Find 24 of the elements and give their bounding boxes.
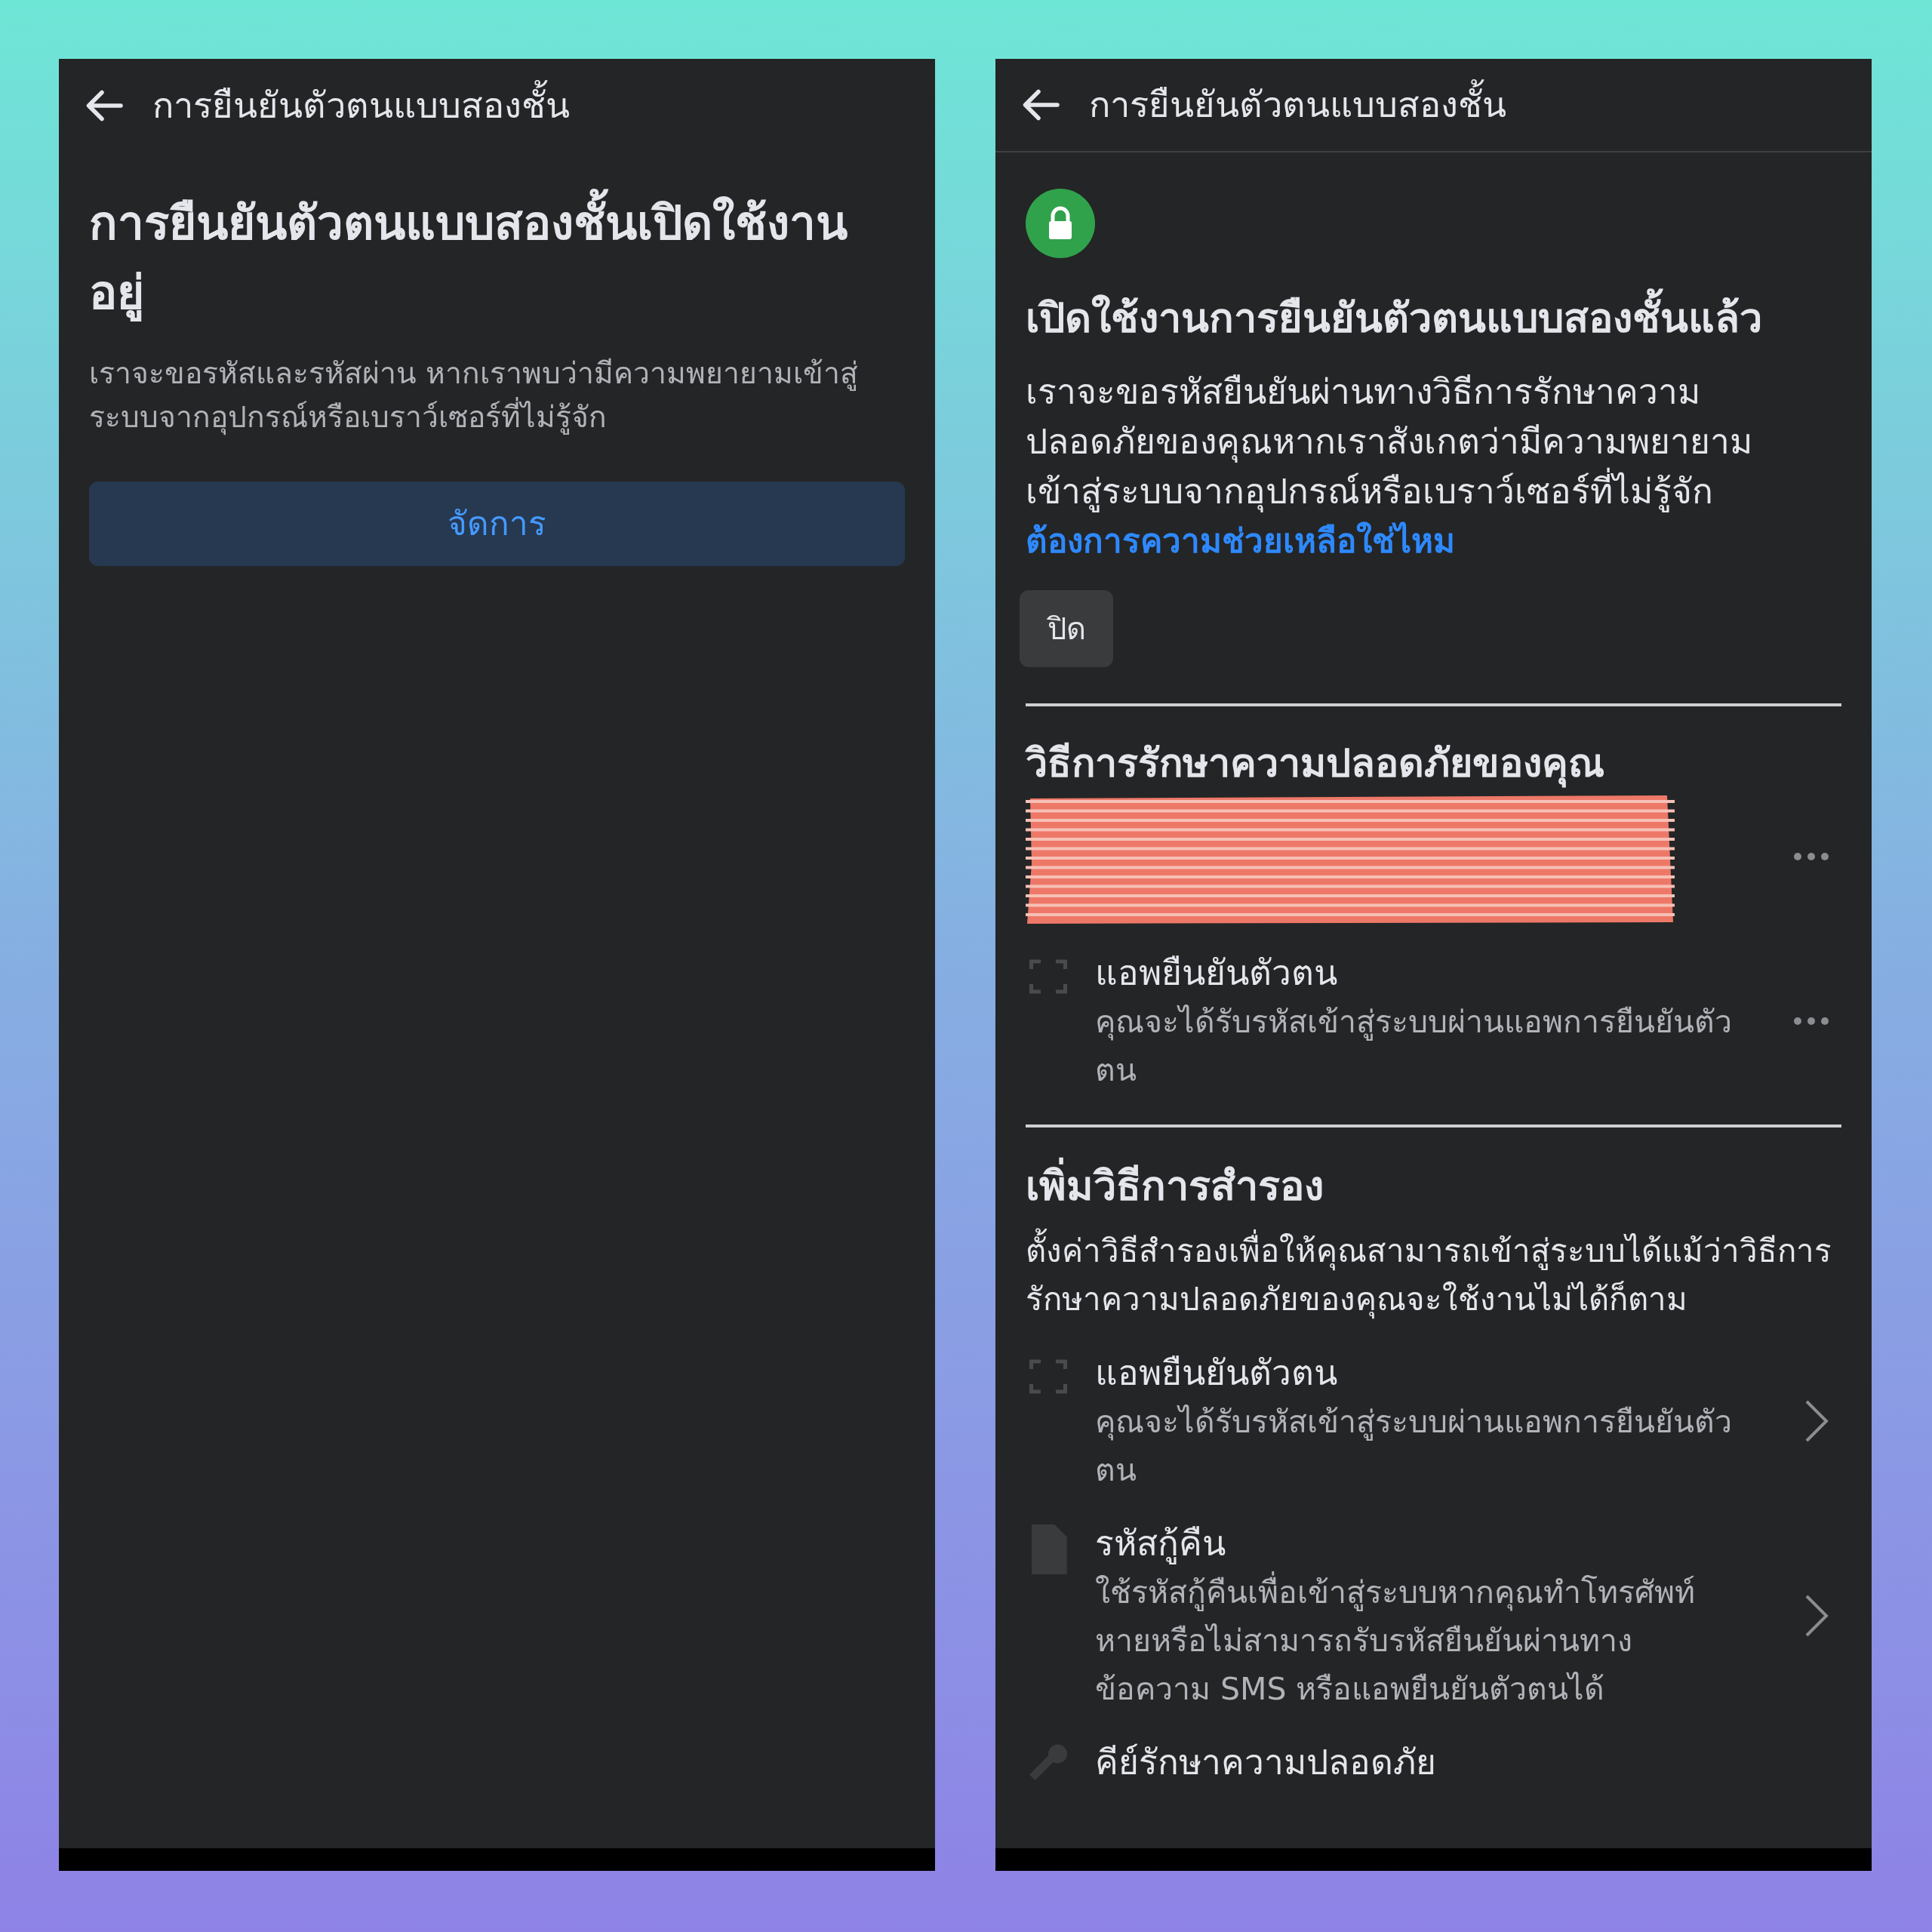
section-heading: เพิ่มวิธีการสำรอง — [1026, 1158, 1841, 1215]
option-title: รหัสกู้คืน — [1095, 1522, 1226, 1566]
status-heading: การยืนยันตัวตนแบบสองชั้นเปิดใช้งานอยู่ — [89, 189, 859, 328]
screen-title: การยืนยันตัวตนแบบสองชั้น — [1089, 78, 1506, 132]
option-description: คุณจะได้รับรหัสเข้าสู่ระบบผ่านแอพการยืนยันตัวตน — [1095, 1403, 1733, 1490]
help-link[interactable]: ต้องการความช่วยเหลือใช่ไหม — [1026, 516, 1841, 566]
section-heading: วิธีการรักษาความปลอดภัยของคุณ — [1026, 737, 1841, 789]
more-options-icon[interactable] — [1793, 852, 1829, 861]
lock-icon — [1026, 189, 1095, 258]
option-title: คีย์รักษาความปลอดภัย — [1095, 1741, 1437, 1784]
option-description: คุณจะได้รับรหัสเข้าสู่ระบบผ่านแอพการยืนยันตัวตน — [1095, 1003, 1733, 1090]
manage-button[interactable]: จัดการ — [89, 481, 905, 566]
option-title: แอพยืนยันตัวตน — [1095, 1352, 1338, 1395]
status-heading: เปิดใช้งานการยืนยันตัวตนแบบสองชั้นแล้ว — [1026, 288, 1841, 349]
status-description: เราจะขอรหัสและรหัสผ่าน หากเราพบว่ามีความพยายามเข้าสู่ระบบจากอุปกรณ์หรือเบราว์เซอร์ที่ไม่รู้จัก — [89, 355, 860, 437]
screen-title: การยืนยันตัวตนแบบสองชั้น — [152, 78, 570, 133]
option-title: แอพยืนยันตัวตน — [1095, 952, 1338, 995]
chevron-right-icon[interactable] — [1804, 1398, 1829, 1444]
turn-off-button[interactable]: ปิด — [1020, 590, 1113, 667]
section-description: ตั้งค่าวิธีสำรองเพื่อให้คุณสามารถเข้าสู่ระบบได้แม้ว่าวิธีการรักษาความปลอดภัยของคุณจะใช้งานไม่ได้ก็ตาม — [1026, 1227, 1841, 1324]
chevron-right-icon[interactable] — [1804, 1593, 1829, 1638]
option-description: ใช้รหัสกู้คืนเพื่อเข้าสู่ระบบหากคุณทำโทรศัพท์หายหรือไม่สามารถรับรหัสยืนยันผ่านทางข้อความ SMS หรือแอพยืนยันตัวตนได้ — [1095, 1568, 1744, 1713]
status-description: เราจะขอรหัสยืนยันผ่านทางวิธีการรักษาความปลอดภัยของคุณหากเราสังเกตว่ามีความพยายามเข้าสู่ระบบจากอุปกรณ์หรือเบราว์เซอร์ที่ไม่รู้จัก — [1026, 371, 1753, 514]
more-options-icon[interactable] — [1793, 1017, 1829, 1026]
